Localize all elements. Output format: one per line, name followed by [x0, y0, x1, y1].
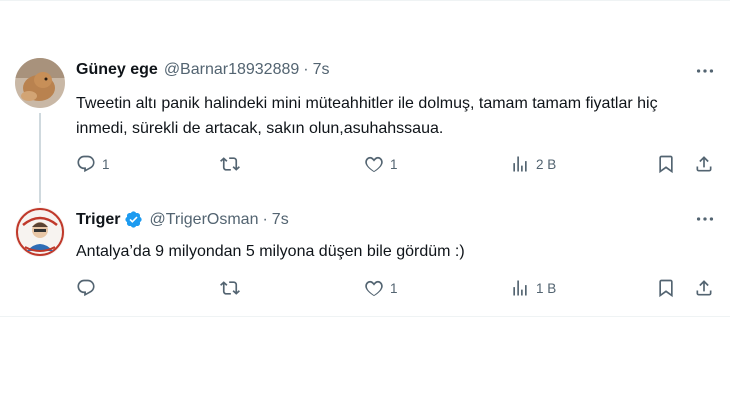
tweet-header: Triger @TrigerOsman · 7s	[76, 210, 289, 229]
like-button[interactable]: 1	[364, 154, 398, 174]
bookmark-icon	[659, 155, 673, 174]
user-handle[interactable]: @Barnar18932889	[164, 61, 299, 79]
tweet-header: Güney ege @Barnar18932889 · 7s	[76, 61, 330, 79]
views-count: 1 B	[536, 280, 557, 296]
bookmark-icon	[659, 279, 673, 298]
reply-icon	[77, 155, 95, 173]
bookmark-button[interactable]	[656, 278, 676, 298]
tweet-text: Antalya’da 9 milyondan 5 milyona düşen b…	[76, 243, 465, 260]
user-handle[interactable]: @TrigerOsman	[149, 211, 258, 229]
like-icon	[365, 156, 383, 173]
views-count: 2 B	[536, 156, 557, 172]
timestamp[interactable]: 7s	[313, 61, 330, 79]
display-name[interactable]: Triger	[76, 211, 120, 229]
share-icon	[696, 280, 712, 296]
action-bar: 1 1 B	[74, 278, 724, 302]
reply-button[interactable]: 1	[76, 154, 110, 174]
separator-dot: ·	[262, 210, 268, 228]
reply-button[interactable]	[76, 278, 102, 298]
views-button[interactable]: 1 B	[510, 278, 556, 298]
timestamp[interactable]: 7s	[272, 211, 289, 229]
more-icon[interactable]	[694, 208, 716, 230]
retweet-button[interactable]	[220, 278, 246, 298]
thread-line	[39, 113, 41, 203]
share-icon	[696, 156, 712, 172]
tweet-text: Tweetin altı panik halindeki mini müteah…	[76, 95, 658, 137]
avatar[interactable]	[15, 207, 65, 257]
verified-badge-icon	[124, 210, 143, 229]
like-count: 1	[390, 156, 398, 172]
separator-dot: ·	[303, 61, 309, 78]
display-name[interactable]: Güney ege	[76, 61, 158, 79]
like-count: 1	[390, 280, 398, 296]
views-icon	[513, 280, 527, 296]
retweet-icon	[220, 281, 240, 295]
retweet-icon	[220, 157, 240, 171]
views-icon	[513, 156, 527, 172]
share-button[interactable]	[694, 278, 714, 298]
reply-count: 1	[102, 156, 110, 172]
top-divider	[0, 0, 730, 1]
retweet-button[interactable]	[220, 154, 246, 174]
bottom-divider	[0, 316, 730, 317]
reply-icon	[77, 279, 95, 297]
avatar[interactable]	[15, 58, 65, 108]
bookmark-button[interactable]	[656, 154, 676, 174]
action-bar: 1 1 2 B	[74, 154, 724, 178]
like-icon	[365, 280, 383, 297]
like-button[interactable]: 1	[364, 278, 398, 298]
more-icon[interactable]	[694, 60, 716, 82]
share-button[interactable]	[694, 154, 714, 174]
views-button[interactable]: 2 B	[510, 154, 556, 174]
